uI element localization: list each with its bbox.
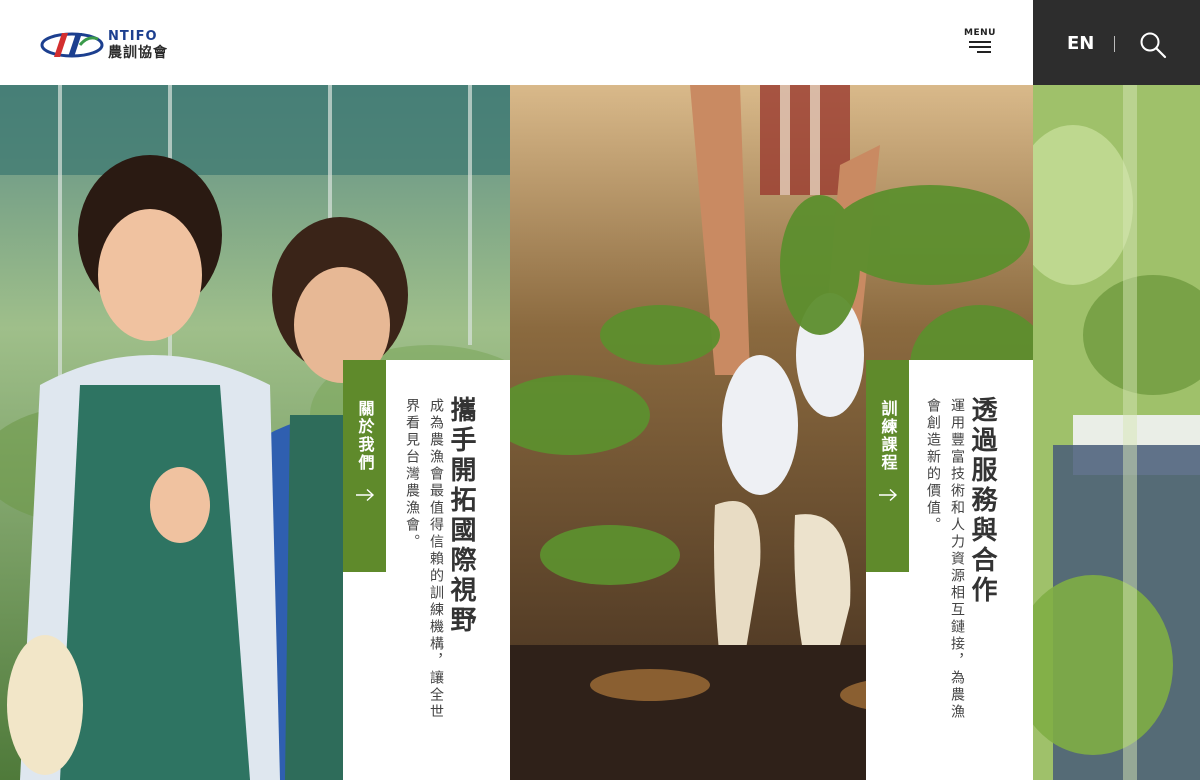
photo-plants-inspection (1033, 85, 1200, 780)
about-us-title: 攜手開拓國際視野 (446, 396, 476, 636)
training-courses-card: 訓練課程 透過服務與合作 運用豐富技術和人力資源相互鏈接，為農漁會創造新的價值。 (866, 360, 1033, 780)
training-courses-description: 運用豐富技術和人力資源相互鏈接，為農漁會創造新的價值。 (925, 398, 965, 721)
logo-text-zh: 農訓協會 (108, 45, 168, 61)
about-us-card: 關於我們 攜手開拓國際視野 成為農漁會最值得信賴的訓練機構，讓全世界看見台灣農漁… (343, 360, 510, 780)
site-logo[interactable]: NTIFO 農訓協會 (40, 27, 168, 63)
site-header: NTIFO 農訓協會 MENU (0, 0, 1033, 85)
training-courses-tag-button[interactable]: 訓練課程 (866, 360, 909, 572)
about-us-description: 成為農漁會最值得信賴的訓練機構，讓全世界看見台灣農漁會。 (404, 398, 444, 721)
menu-label: MENU (964, 28, 996, 38)
hamburger-menu-icon (969, 41, 991, 56)
menu-button[interactable]: MENU (962, 28, 998, 64)
about-us-tag-button[interactable]: 關於我們 (343, 360, 386, 572)
about-us-tag-label: 關於我們 (355, 400, 375, 472)
utility-divider (1114, 36, 1115, 52)
training-courses-tag-label: 訓練課程 (878, 400, 898, 472)
search-icon[interactable] (1139, 31, 1167, 59)
training-courses-title: 透過服務與合作 (967, 396, 997, 606)
language-switch-button[interactable]: EN (1067, 33, 1094, 54)
arrow-right-icon (355, 488, 374, 502)
ntifo-logo-icon (40, 32, 104, 58)
utility-bar: EN (1033, 0, 1200, 85)
arrow-right-icon (878, 488, 897, 502)
logo-text-en: NTIFO (108, 29, 158, 44)
